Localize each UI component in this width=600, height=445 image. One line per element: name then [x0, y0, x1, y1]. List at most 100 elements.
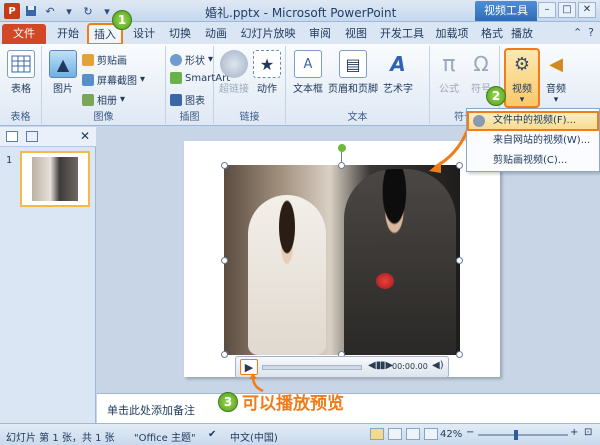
table-label: 表格: [11, 84, 31, 95]
tab-addins[interactable]: 加载项: [432, 24, 472, 44]
textbox-button[interactable]: A 文本框: [290, 50, 326, 95]
zoom-out-icon[interactable]: −: [466, 427, 474, 438]
menu-item-video-from-file[interactable]: 文件中的视频(F)...: [467, 111, 599, 131]
resize-handle-tl[interactable]: [221, 162, 228, 169]
hyperlink-label: 超链接: [219, 84, 249, 95]
video-object[interactable]: [224, 165, 460, 355]
group-label-illustrations: 插图: [179, 112, 200, 123]
undo-dropdown-icon[interactable]: ▾: [61, 3, 77, 19]
video-dropdown-menu: 文件中的视频(F)... 来自网站的视频(W)... 剪贴画视频(C)...: [466, 108, 600, 172]
resize-handle-r[interactable]: [456, 257, 463, 264]
tab-format[interactable]: 格式: [478, 24, 506, 44]
group-label-links: 链接: [239, 112, 260, 123]
group-images: ▲ 图片 剪贴画 屏幕截图 ▾ 相册 ▾ 图像: [42, 46, 166, 124]
video-time: 00:00.00: [392, 362, 428, 371]
step-badge-1: 1: [112, 10, 132, 30]
action-button[interactable]: ★ 动作: [252, 50, 282, 95]
zoom-slider-thumb[interactable]: [513, 430, 518, 440]
hyperlink-button[interactable]: 超链接: [218, 50, 250, 95]
chart-button[interactable]: 图表: [170, 92, 205, 107]
audio-button[interactable]: ◀ 音频 ▾: [542, 50, 570, 106]
tab-developer[interactable]: 开发工具: [376, 24, 428, 44]
chevron-down-icon: ▾: [140, 74, 146, 85]
normal-view-button[interactable]: [370, 428, 384, 440]
shapes-button[interactable]: 形状 ▾: [170, 52, 213, 67]
slide-count-status: 幻灯片 第 1 张，共 1 张: [6, 433, 115, 444]
help-icon[interactable]: ?: [588, 26, 594, 39]
table-button[interactable]: 表格: [6, 50, 36, 95]
tab-home[interactable]: 开始: [52, 24, 84, 44]
group-text: A 文本框 ▤ 页眉和页脚 A 艺术字 文本: [286, 46, 430, 124]
globe-icon: [220, 50, 248, 78]
shapes-label: 形状: [185, 56, 205, 67]
picture-button[interactable]: ▲ 图片: [48, 50, 78, 95]
screenshot-label: 屏幕截图: [97, 76, 137, 87]
window-controls: – □ ✕: [538, 2, 596, 18]
menu-item-video-from-website[interactable]: 来自网站的视频(W)...: [467, 131, 599, 151]
tab-view[interactable]: 视图: [340, 24, 372, 44]
powerpoint-icon[interactable]: P: [4, 3, 20, 19]
redo-icon[interactable]: ↻: [80, 3, 96, 19]
header-footer-button[interactable]: ▤ 页眉和页脚: [328, 50, 378, 95]
clipart-button[interactable]: 剪贴画: [82, 52, 127, 67]
menu-item-label: 来自网站的视频(W)...: [493, 135, 591, 146]
equation-button[interactable]: π 公式: [434, 50, 464, 96]
group-label-tables: 表格: [10, 112, 31, 123]
quick-access-toolbar: P ↶ ▾ ↻ ▾: [4, 3, 115, 19]
spellcheck-icon[interactable]: ✔: [208, 429, 216, 440]
chevron-down-icon: ▾: [120, 94, 126, 105]
resize-handle-l[interactable]: [221, 257, 228, 264]
fit-to-window-icon[interactable]: ⊡: [584, 427, 592, 438]
language-status: 中文(中国): [230, 433, 278, 444]
textbox-icon: A: [294, 50, 322, 78]
resize-handle-bl[interactable]: [221, 351, 228, 358]
slide-sorter-view-button[interactable]: [388, 428, 402, 440]
menu-item-clipart-video[interactable]: 剪贴画视频(C)...: [467, 151, 599, 171]
ribbon-tab-bar: 文件 开始 插入 设计 切换 动画 幻灯片放映 审阅 视图 开发工具 加载项 格…: [0, 22, 600, 45]
tab-design[interactable]: 设计: [128, 24, 160, 44]
video-seek-track[interactable]: [262, 365, 362, 370]
textbox-label: 文本框: [293, 84, 323, 95]
slide-thumbnail[interactable]: [20, 151, 90, 207]
maximize-icon[interactable]: □: [558, 2, 576, 18]
tab-slideshow[interactable]: 幻灯片放映: [236, 24, 300, 44]
video-button[interactable]: ⚙ 视频 ▾: [504, 48, 540, 108]
slides-tab-icon[interactable]: [6, 131, 18, 142]
callout-text-preview: 可以播放预览: [242, 394, 344, 414]
tab-animations[interactable]: 动画: [200, 24, 232, 44]
zoom-in-icon[interactable]: +: [570, 427, 578, 438]
tab-review[interactable]: 审阅: [304, 24, 336, 44]
close-icon[interactable]: ✕: [578, 2, 596, 18]
clipart-label: 剪贴画: [97, 56, 127, 67]
tab-file[interactable]: 文件: [2, 24, 46, 44]
notes-pane[interactable]: 单击此处添加备注: [97, 393, 600, 423]
tab-playback[interactable]: 播放: [508, 24, 536, 44]
slideshow-view-button[interactable]: [424, 428, 438, 440]
action-icon: ★: [253, 50, 281, 78]
minimize-icon[interactable]: –: [538, 2, 556, 18]
speaker-icon: ◀: [549, 53, 563, 75]
chart-label: 图表: [185, 96, 205, 107]
resize-handle-br[interactable]: [456, 351, 463, 358]
rotate-handle[interactable]: [338, 144, 346, 152]
tab-transitions[interactable]: 切换: [164, 24, 196, 44]
album-icon: [82, 93, 94, 106]
header-footer-label: 页眉和页脚: [328, 84, 378, 95]
film-reel-icon: ⚙: [513, 53, 531, 75]
collapse-ribbon-icon[interactable]: ⌃: [573, 26, 582, 39]
chevron-down-icon: ▾: [208, 54, 214, 65]
zoom-slider[interactable]: [478, 430, 568, 440]
resize-handle-t[interactable]: [338, 162, 345, 169]
album-button[interactable]: 相册 ▾: [82, 92, 125, 107]
groom-figure: [344, 169, 456, 355]
chevron-down-icon: ▾: [553, 95, 559, 105]
outline-tab-icon[interactable]: [26, 131, 38, 142]
close-panel-icon[interactable]: ✕: [80, 129, 90, 143]
volume-icon[interactable]: ◀): [432, 360, 444, 371]
reading-view-button[interactable]: [406, 428, 420, 440]
undo-icon[interactable]: ↶: [42, 3, 58, 19]
screenshot-button[interactable]: 屏幕截图 ▾: [82, 72, 145, 87]
save-icon[interactable]: [23, 3, 39, 19]
wordart-button[interactable]: A 艺术字: [380, 50, 416, 95]
album-label: 相册: [97, 96, 117, 107]
